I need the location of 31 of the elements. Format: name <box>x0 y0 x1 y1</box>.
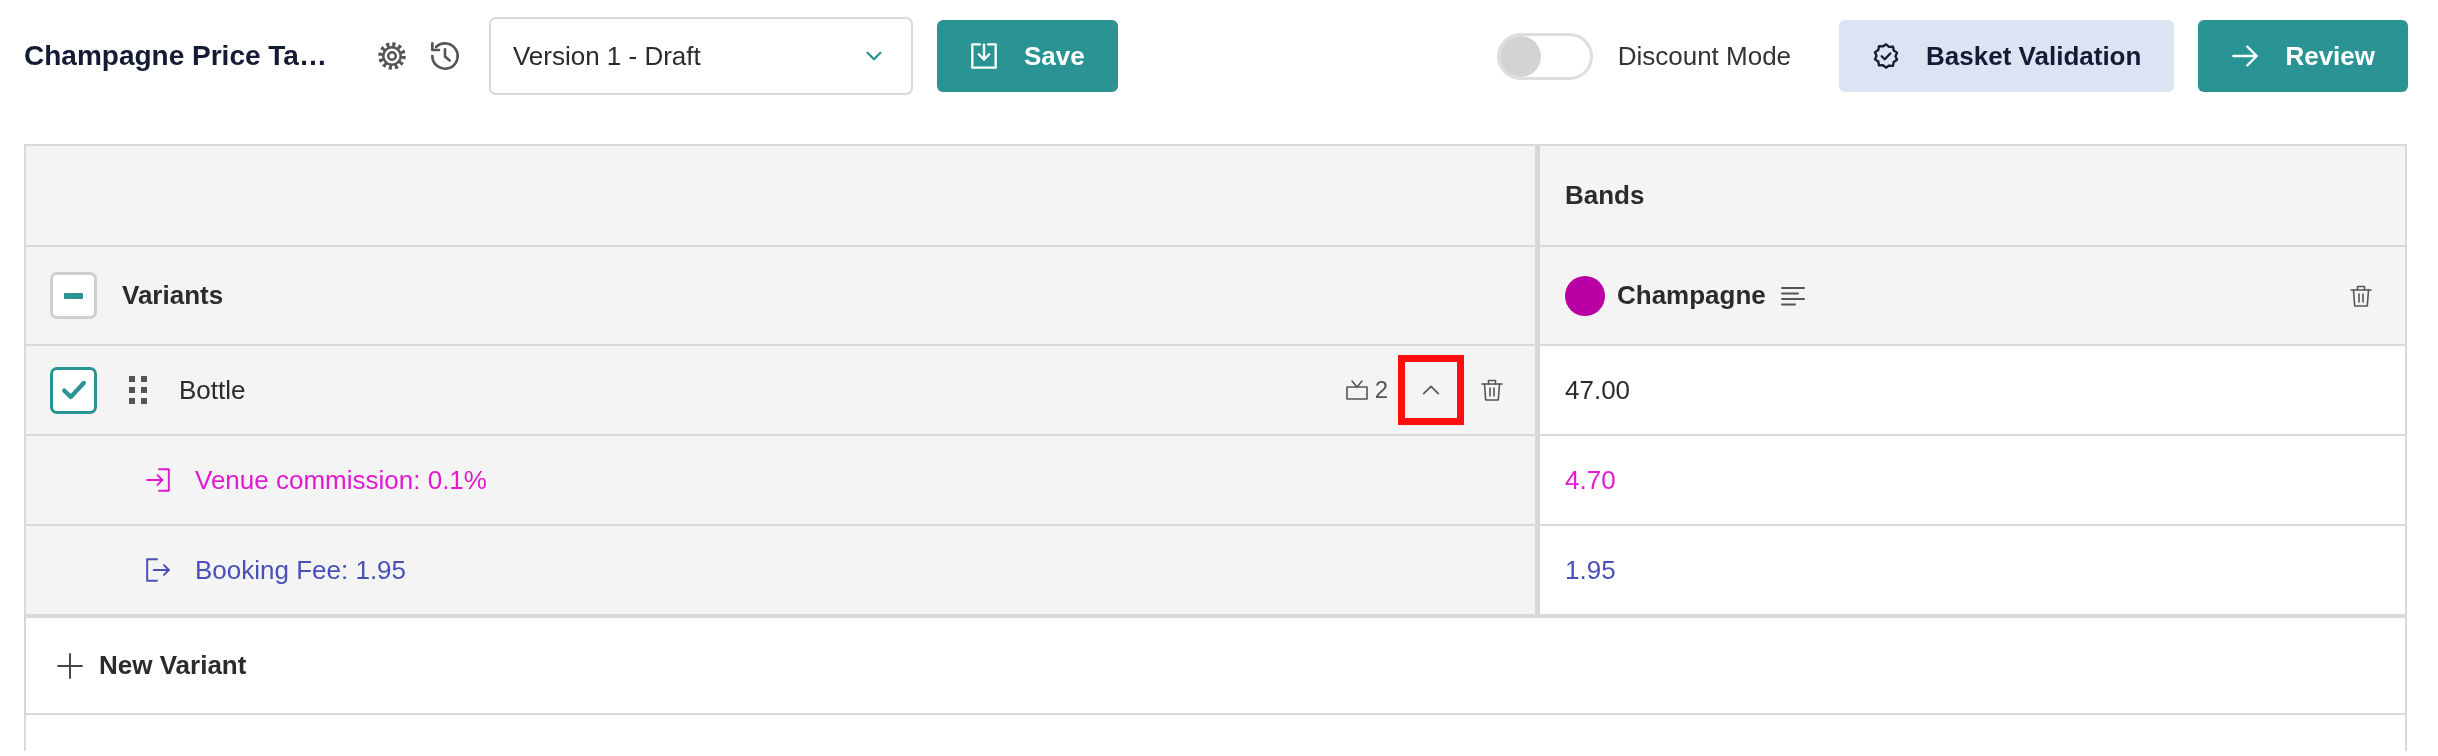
modifier-label: Booking Fee: 1.95 <box>195 553 407 587</box>
variant-name: Bottle <box>179 373 246 407</box>
download-icon <box>969 42 998 70</box>
select-all-checkbox[interactable] <box>50 272 97 319</box>
tv-icon <box>1344 378 1369 402</box>
badge-check-icon <box>1872 42 1901 70</box>
modifier-label: Venue commission: 0.1% <box>195 463 487 497</box>
validation-button[interactable]: Basket Validation <box>1839 20 2175 92</box>
review-button[interactable]: Review <box>2198 20 2408 92</box>
save-button[interactable]: Save <box>936 20 1118 92</box>
version-select[interactable]: Version 1 - Draft <box>488 17 913 95</box>
drag-handle-icon[interactable] <box>129 376 147 404</box>
arrow-right-icon <box>2231 42 2260 70</box>
column-header: Bands <box>1565 179 1645 212</box>
modifier-count: 2 <box>1374 375 1388 405</box>
band-name: Champagne <box>1617 279 1766 312</box>
new-variant-button[interactable]: New Variant <box>57 646 247 685</box>
toggle-label: Discount Mode <box>1617 39 1792 73</box>
settings-icon[interactable] <box>376 41 407 71</box>
text-lines-icon[interactable] <box>1779 284 1806 307</box>
price-value: 1.95 <box>1565 553 1616 587</box>
price-value: 4.70 <box>1565 463 1616 497</box>
discount-mode-toggle[interactable] <box>1496 32 1593 80</box>
price-value: 47.00 <box>1565 373 1631 407</box>
page-title: Champagne Price Ta… <box>24 39 327 73</box>
minus-icon <box>64 292 83 299</box>
variant-checkbox[interactable] <box>50 366 97 414</box>
column-header: Variants <box>122 279 224 312</box>
history-icon[interactable] <box>428 40 461 72</box>
collapse-button[interactable] <box>1398 355 1464 425</box>
plus-icon <box>57 652 83 679</box>
